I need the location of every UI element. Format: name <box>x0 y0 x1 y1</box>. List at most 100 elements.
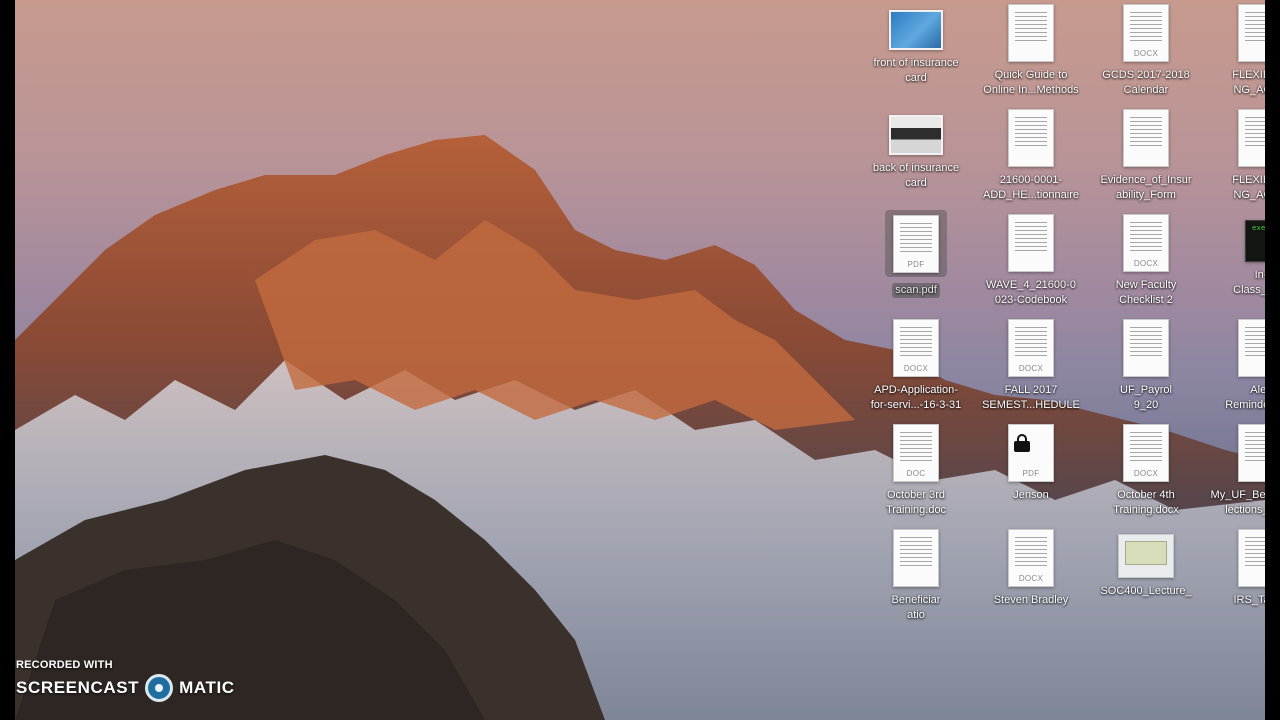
document-icon <box>1238 424 1265 482</box>
file-extension-label: PDF <box>1022 469 1040 478</box>
presentation-file-icon <box>1118 534 1174 578</box>
desktop-file-icon[interactable]: DOCX New Faculty Checklist 2 <box>1090 210 1202 312</box>
desktop-file-icon[interactable]: IRS_Tax_A <box>1205 525 1265 627</box>
file-name-label: 21600-0001- ADD_HE...tionnaire <box>983 174 1079 201</box>
document-lines <box>1245 537 1265 567</box>
desktop[interactable]: front of insurance card Quick Guide to On… <box>15 0 1265 720</box>
document-lines <box>1130 432 1162 462</box>
desktop-file-icon[interactable]: FLEXIBLE_ NG_ACC... <box>1205 0 1265 102</box>
document-icon <box>1238 319 1265 377</box>
document-icon: DOCX <box>1123 4 1169 62</box>
desktop-file-icon[interactable]: back of insurance card <box>860 105 972 207</box>
desktop-file-icon[interactable]: My_UF_Benefits_Se lections_ALEX <box>1205 420 1265 522</box>
file-name-label: FLEXIBLE_ NG_ACC... <box>1232 69 1265 96</box>
desktop-file-icon[interactable]: 21600-0001- ADD_HE...tionnaire <box>975 105 1087 207</box>
locked-pdf-icon: PDF <box>1008 424 1054 482</box>
desktop-file-icon[interactable]: PDF scan.pdf <box>860 210 972 312</box>
desktop-file-icon[interactable]: PDF Jenson <box>975 420 1087 522</box>
file-name-label: Evidence_of_Insur ability_Form <box>1100 174 1192 201</box>
document-lines <box>1125 541 1167 565</box>
document-lines <box>1130 117 1162 147</box>
document-icon: DOCX <box>1123 424 1169 482</box>
desktop-file-icon[interactable]: exec In- Class_Ex... <box>1205 210 1265 312</box>
desktop-file-icon[interactable]: UF_Payrol 9_20 <box>1090 315 1202 417</box>
document-icon <box>1123 319 1169 377</box>
desktop-file-icon[interactable]: DOCX Steven Bradley <box>975 525 1087 627</box>
file-extension-label: DOC <box>906 469 926 478</box>
watermark-brand-left: SCREENCAST <box>16 678 140 697</box>
document-icon: DOCX <box>1008 529 1054 587</box>
document-icon <box>1123 109 1169 167</box>
file-name-label: WAVE_4_21600-0 023-Codebook <box>986 279 1076 306</box>
desktop-file-icon[interactable]: DOC October 3rd Training.doc <box>860 420 972 522</box>
desktop-file-icon[interactable]: Alex Reminders.pdf <box>1205 315 1265 417</box>
document-icon <box>1008 214 1054 272</box>
document-lines <box>1130 12 1162 42</box>
file-name-label: New Faculty Checklist 2 <box>1115 279 1177 306</box>
desktop-file-icon[interactable]: Evidence_of_Insur ability_Form <box>1090 105 1202 207</box>
file-name-label: back of insurance card <box>872 162 960 189</box>
document-icon <box>1238 529 1265 587</box>
file-name-label: APD-Application- for-servi...-16-3-31 <box>870 384 962 411</box>
insurance-card-image-icon <box>889 115 943 155</box>
document-lines <box>1245 327 1265 357</box>
desktop-file-icon[interactable]: front of insurance card <box>860 0 972 102</box>
screencast-o-matic-watermark: RECORDED WITH SCREENCAST MATIC <box>16 659 235 702</box>
document-lines <box>900 223 932 253</box>
lock-icon <box>1014 434 1030 452</box>
watermark-recorded-with: RECORDED WITH <box>16 659 113 671</box>
file-name-label: scan.pdf <box>892 283 940 298</box>
document-lines <box>1015 117 1047 147</box>
file-name-label: SOC400_Lecture_ <box>1100 585 1192 597</box>
document-lines <box>1245 432 1265 462</box>
file-extension-label: DOCX <box>1018 574 1044 583</box>
document-lines <box>1130 327 1162 357</box>
file-name-label: October 4th Training.docx <box>1113 489 1179 516</box>
file-extension-label: exec <box>1251 224 1265 232</box>
file-name-label: October 3rd Training.doc <box>885 489 947 516</box>
document-lines <box>1015 327 1047 357</box>
document-icon <box>1008 109 1054 167</box>
document-icon: DOCX <box>1123 214 1169 272</box>
file-extension-label: DOCX <box>1018 364 1044 373</box>
document-icon <box>1238 109 1265 167</box>
file-extension-label: DOCX <box>1133 49 1159 58</box>
document-lines <box>1015 12 1047 42</box>
watermark-brand-right: MATIC <box>179 678 235 697</box>
document-lines <box>900 537 932 567</box>
executable-icon: exec <box>1245 220 1265 262</box>
desktop-file-icon[interactable]: WAVE_4_21600-0 023-Codebook <box>975 210 1087 312</box>
document-icon: DOC <box>893 424 939 482</box>
desktop-file-icon[interactable]: DOCX APD-Application- for-servi...-16-3-3… <box>860 315 972 417</box>
file-name-label: FLEXIBLE_ NG_ACC... <box>1232 174 1265 201</box>
document-icon: DOCX <box>1008 319 1054 377</box>
document-lines <box>900 432 932 462</box>
desktop-file-icon[interactable]: DOCX FALL 2017 SEMEST...HEDULE <box>975 315 1087 417</box>
document-lines <box>1015 537 1047 567</box>
file-extension-label: DOCX <box>903 364 929 373</box>
document-lines <box>1245 12 1265 42</box>
file-name-label: Alex Reminders.pdf <box>1225 384 1265 411</box>
desktop-file-icon[interactable]: DOCX October 4th Training.docx <box>1090 420 1202 522</box>
desktop-file-icon[interactable]: DOCX GCDS 2017-2018 Calendar <box>1090 0 1202 102</box>
document-icon <box>1238 4 1265 62</box>
desktop-file-icon[interactable]: SOC400_Lecture_ <box>1090 525 1202 627</box>
document-icon: PDF <box>893 215 939 273</box>
document-icon <box>893 529 939 587</box>
file-name-label: FALL 2017 SEMEST...HEDULE <box>982 384 1080 411</box>
file-name-label: Jenson <box>1013 489 1049 501</box>
file-name-label: In- Class_Ex... <box>1233 269 1265 296</box>
file-name-label: My_UF_Benefits_Se lections_ALEX <box>1210 489 1265 516</box>
desktop-file-icon[interactable]: FLEXIBLE_ NG_ACC... <box>1205 105 1265 207</box>
document-icon: DOCX <box>893 319 939 377</box>
desktop-file-icon[interactable]: Beneficiar atio <box>860 525 972 627</box>
desktop-file-icon[interactable]: Quick Guide to Online In...Methods <box>975 0 1087 102</box>
file-extension-label: DOCX <box>1133 469 1159 478</box>
document-lines <box>900 327 932 357</box>
document-lines <box>1015 222 1047 252</box>
file-name-label: Steven Bradley <box>993 594 1069 606</box>
file-name-label: front of insurance card <box>873 57 959 84</box>
document-icon <box>1008 4 1054 62</box>
insurance-card-image-icon <box>889 10 943 50</box>
file-extension-label: DOCX <box>1133 259 1159 268</box>
